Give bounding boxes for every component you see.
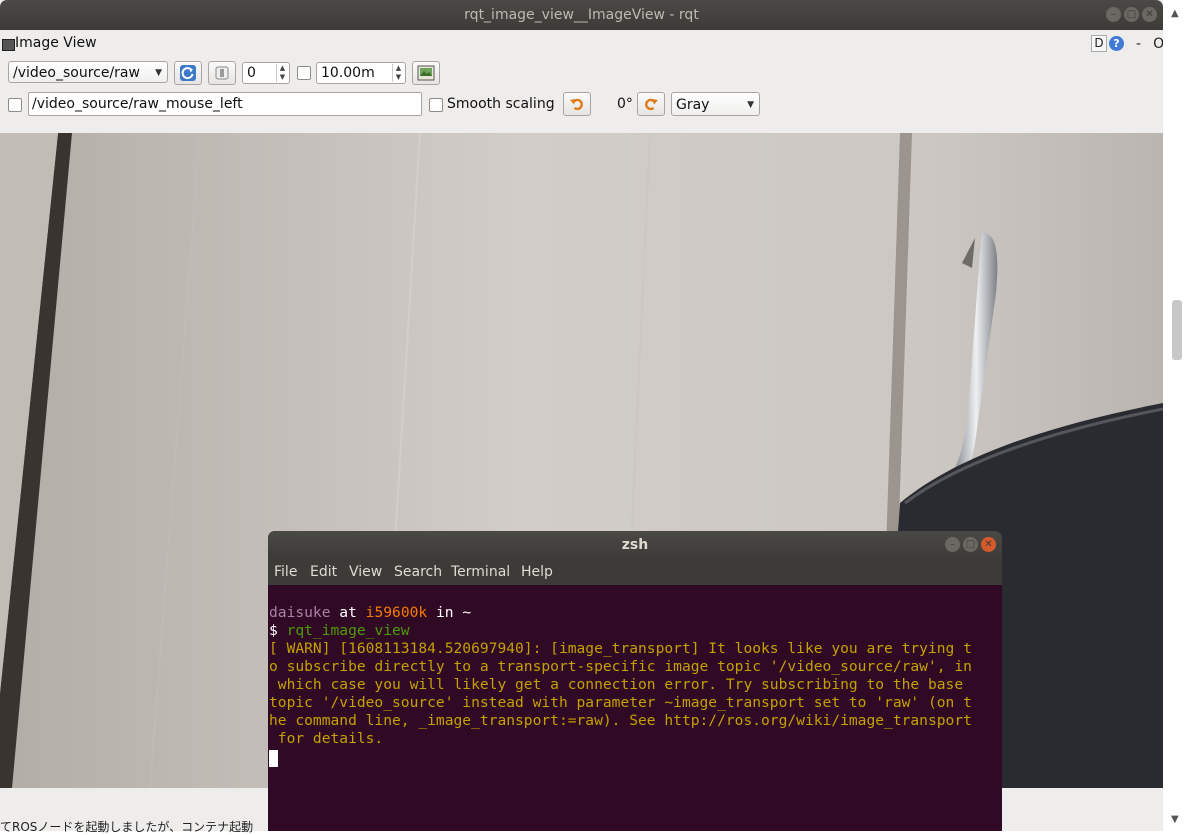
prompt-user: daisuke (269, 604, 331, 621)
smooth-scaling-checkbox[interactable] (429, 98, 443, 112)
rotation-label: 0° (617, 96, 633, 112)
background-scrollbar[interactable] (1163, 0, 1188, 831)
prompt-at: at (330, 604, 366, 621)
rqt-titlebar[interactable]: rqt_image_view__ImageView - rqt – □ ✕ (0, 0, 1163, 30)
terminal-titlebar[interactable]: zsh – □ ✕ (268, 531, 1002, 559)
mouse-topic-value: /video_source/raw_mouse_left (32, 96, 243, 112)
menu-edit[interactable]: Edit (310, 564, 337, 580)
topic-combobox[interactable]: /video_source/raw ▼ (8, 61, 168, 83)
zoom-original-icon (215, 66, 229, 80)
warn-line: for details. (269, 730, 384, 747)
scroll-up-icon[interactable]: ▲ (1171, 8, 1179, 19)
panel-title: Image View (15, 35, 97, 51)
menu-view[interactable]: View (349, 564, 382, 580)
command-line: $ rqt_image_view (269, 622, 999, 640)
publish-click-checkbox[interactable] (8, 98, 22, 112)
panel-header (0, 30, 1163, 58)
window-title: rqt_image_view__ImageView - rqt (464, 7, 699, 23)
cursor-line (269, 750, 999, 768)
zoom-spinbox-value: 0 (247, 65, 256, 81)
refresh-icon (180, 65, 196, 81)
scrollbar-thumb[interactable] (1172, 300, 1182, 360)
max-range-value: 10.00m (321, 65, 375, 81)
command-text: rqt_image_view (286, 622, 410, 639)
warn-line: o subscribe directly to a transport-spec… (269, 658, 972, 675)
mouse-topic-field[interactable]: /video_source/raw_mouse_left (28, 92, 422, 116)
menu-file[interactable]: File (274, 564, 297, 580)
prompt-dir: ~ (462, 604, 472, 621)
text-cursor (269, 750, 278, 767)
warn-line: [ WARN] [1608113184.520697940]: [image_t… (269, 640, 972, 657)
terminal-close-button[interactable]: ✕ (981, 537, 996, 552)
chevron-down-icon: ▼ (747, 100, 754, 110)
zoom-1-button[interactable] (208, 61, 236, 85)
rotate-right-icon (645, 98, 658, 111)
warn-line: which case you will likely get a connect… (269, 676, 964, 693)
dynamic-range-checkbox[interactable] (297, 66, 311, 80)
refresh-topics-button[interactable] (174, 61, 202, 85)
prompt-symbol: $ (269, 622, 287, 639)
save-image-button[interactable] (412, 61, 440, 85)
terminal-window: zsh – □ ✕ File Edit View Search Terminal… (268, 531, 1002, 831)
panel-minimize-button[interactable]: - (1136, 36, 1141, 52)
prompt-line: daisuke at i59600k in ~ (269, 604, 999, 622)
minimize-window-button[interactable]: – (1106, 7, 1121, 22)
spin-arrows-icon[interactable]: ▲ ▼ (276, 64, 288, 82)
save-image-icon (417, 65, 435, 81)
chevron-down-icon: ▼ (155, 68, 162, 78)
close-window-button[interactable]: ✕ (1142, 7, 1157, 22)
scroll-down-icon[interactable]: ▼ (1171, 814, 1179, 825)
panel-window-icon (2, 39, 15, 51)
terminal-maximize-button[interactable]: □ (963, 537, 978, 552)
terminal-title: zsh (621, 537, 649, 553)
maximize-window-button[interactable]: □ (1124, 7, 1139, 22)
smooth-scaling-label: Smooth scaling (447, 96, 555, 112)
help-icon[interactable]: ? (1109, 36, 1124, 51)
topic-combobox-value: /video_source/raw (13, 65, 140, 81)
max-range-spinbox[interactable]: 10.00m ▲ ▼ (316, 62, 406, 84)
rotate-right-button[interactable] (637, 92, 665, 116)
rotate-left-icon (570, 98, 583, 111)
rotate-left-button[interactable] (563, 92, 591, 116)
background-document-text: てROSノードを起動しましたが、コンテナ起動 (0, 820, 254, 834)
menu-terminal[interactable]: Terminal (451, 564, 510, 580)
terminal-output[interactable]: daisuke at i59600k in ~ $ rqt_image_view… (269, 604, 999, 768)
warn-line: he command line, _image_transport:=raw).… (269, 712, 972, 729)
color-scheme-value: Gray (676, 97, 710, 113)
color-scheme-combobox[interactable]: Gray ▼ (671, 92, 760, 116)
prompt-host: i59600k (365, 604, 428, 621)
menu-search[interactable]: Search (394, 564, 442, 580)
warn-line: topic '/video_source' instead with param… (269, 694, 972, 711)
spin-arrows-icon[interactable]: ▲ ▼ (392, 64, 404, 82)
panel-d-button[interactable]: D (1091, 35, 1107, 52)
prompt-in: in (427, 604, 463, 621)
menu-help[interactable]: Help (521, 564, 553, 580)
terminal-minimize-button[interactable]: – (945, 537, 960, 552)
zoom-spinbox[interactable]: 0 ▲ ▼ (242, 62, 290, 84)
